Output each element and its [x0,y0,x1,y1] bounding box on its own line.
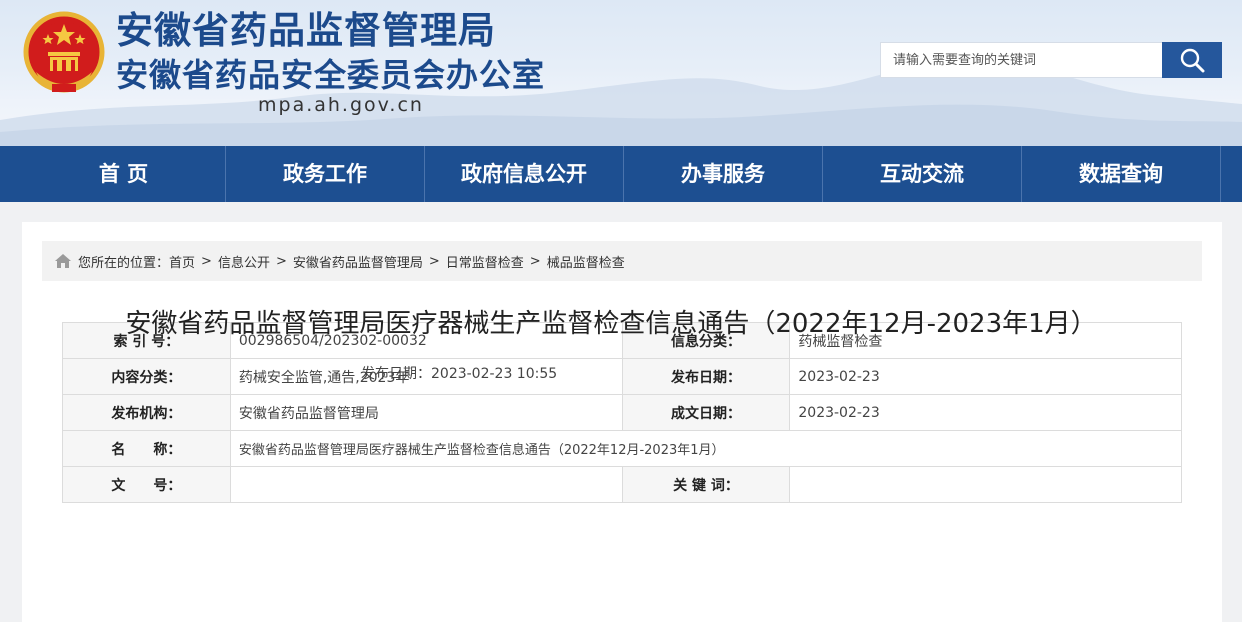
meta-value-publisher: 安徽省药品监督管理局 [229,394,623,431]
site-title: 安徽省药品监督管理局 [116,9,496,52]
meta-value-name: 安徽省药品监督管理局医疗器械生产监督检查信息通告（2022年12月-2023年1… [229,430,1183,467]
meta-label-written-date: 成文日期： [621,394,791,431]
meta-value-publish-date: 2023-02-23 [789,358,1182,395]
meta-label-publish-date: 发布日期： [621,358,791,395]
content-panel: 您所在的位置： 首页 > 信息公开 > 安徽省药品监督管理局 > 日常监督检查 … [22,222,1222,622]
nav-item-home[interactable]: 首 页 [22,146,226,202]
meta-value-keywords [789,466,1182,503]
breadcrumb: 您所在的位置： 首页 > 信息公开 > 安徽省药品监督管理局 > 日常监督检查 … [42,241,1202,281]
nav-item-interaction[interactable]: 互动交流 [823,146,1022,202]
search-icon [1180,48,1205,73]
meta-label-name: 名 称： [62,430,231,467]
home-icon [55,254,71,268]
meta-value-written-date: 2023-02-23 [789,394,1182,431]
breadcrumb-separator: > [428,253,440,269]
article-publish-date: 发布日期：2023-02-23 10:55 [361,366,558,382]
nav-item-data-query[interactable]: 数据查询 [1022,146,1221,202]
table-row: 文 号： 关 键 词： [62,466,1182,503]
document-meta-table: 索 引 号： 002986504/202302-00032 信息分类： 药械监督… [62,322,1183,503]
meta-label-publisher: 发布机构： [62,394,231,431]
national-emblem-icon [23,11,105,93]
breadcrumb-separator: > [201,253,212,269]
nav-item-services[interactable]: 办事服务 [624,146,823,202]
search-input[interactable] [880,42,1162,78]
breadcrumb-separator: > [529,253,541,269]
site-header: 安徽省药品监督管理局 安徽省药品安全委员会办公室 mpa.ah.gov.cn [0,0,1242,146]
meta-label-doc-number: 文 号： [62,466,231,503]
breadcrumb-item-daily-inspection[interactable]: 日常监督检查 [446,252,524,271]
table-row: 发布机构： 安徽省药品监督管理局 成文日期： 2023-02-23 [62,394,1182,431]
search-box [880,42,1222,78]
meta-label-keywords: 关 键 词： [621,466,791,503]
article-title: 安徽省药品监督管理局医疗器械生产监督检查信息通告（2022年12月-2023年1… [125,309,1097,339]
breadcrumb-prefix: 您所在的位置： [78,255,170,271]
table-row: 内容分类： 药械安全监管,通告,2023年 发布日期： 2023-02-23 [62,358,1182,395]
breadcrumb-item-device-inspection[interactable]: 械品监督检查 [547,252,625,271]
table-row: 名 称： 安徽省药品监督管理局医疗器械生产监督检查信息通告（2022年12月-2… [62,430,1183,467]
site-domain: mpa.ah.gov.cn [258,94,424,116]
meta-label-content-type: 内容分类： [62,358,231,395]
site-subtitle: 安徽省药品安全委员会办公室 [116,56,546,94]
breadcrumb-item-home[interactable]: 首页 [169,252,195,271]
meta-value-doc-number [229,466,623,503]
nav-item-info-disclosure[interactable]: 政府信息公开 [425,146,624,202]
breadcrumb-item-info-disclosure[interactable]: 信息公开 [218,252,270,271]
breadcrumb-item-bureau[interactable]: 安徽省药品监督管理局 [293,252,423,271]
search-button[interactable] [1162,42,1222,78]
breadcrumb-separator: > [275,253,287,269]
nav-item-government-affairs[interactable]: 政务工作 [226,146,425,202]
main-nav: 首 页 政务工作 政府信息公开 办事服务 互动交流 数据查询 [0,146,1242,202]
